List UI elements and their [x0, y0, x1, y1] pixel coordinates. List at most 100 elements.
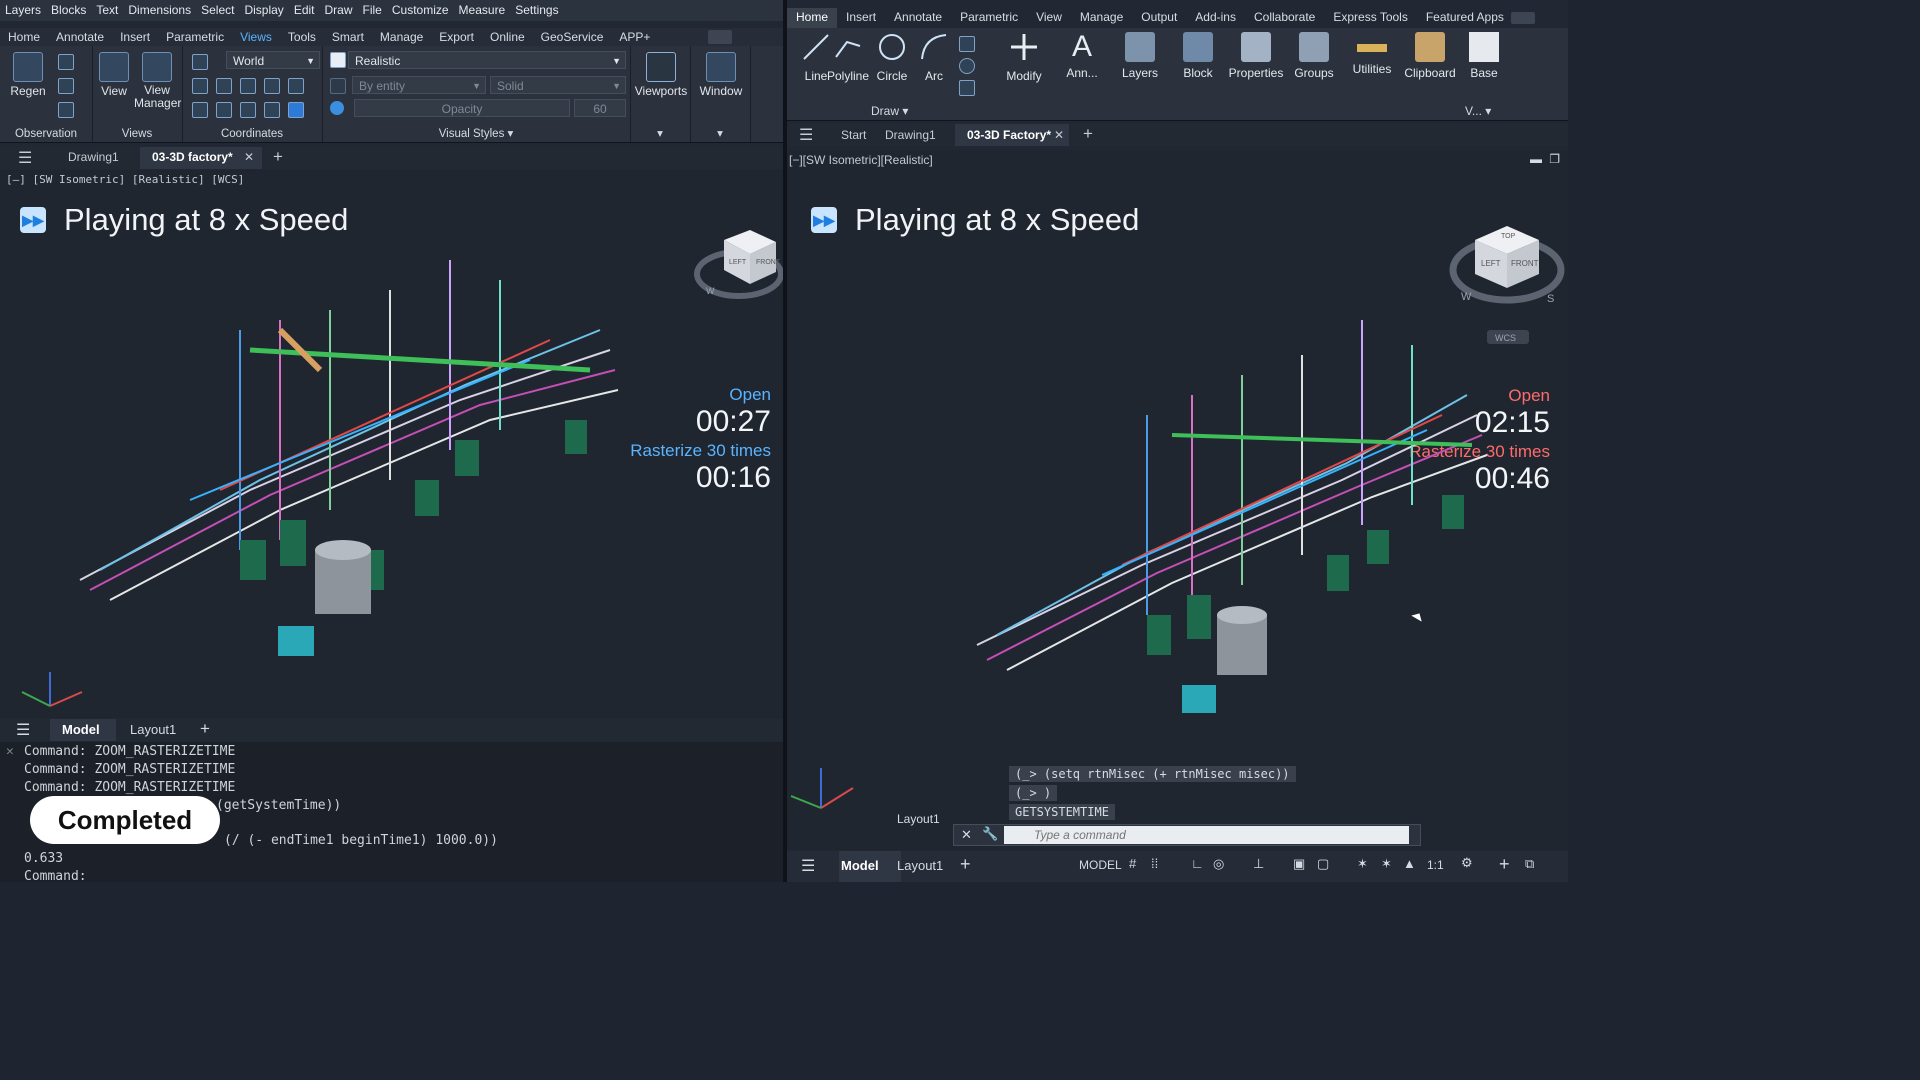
wcs-menu[interactable]: WCS: [1495, 333, 1516, 343]
ucs-icon-toggle[interactable]: [288, 102, 304, 118]
tab-featured-apps[interactable]: Featured Apps: [1417, 8, 1513, 28]
tab-annotate[interactable]: Annotate: [885, 8, 951, 28]
tab-geoservice[interactable]: GeoService: [533, 28, 612, 46]
hatch-icon[interactable]: [959, 80, 975, 96]
tab-home[interactable]: Home: [787, 8, 838, 28]
minimize-icon[interactable]: ▬: [1530, 152, 1542, 166]
block-button[interactable]: Block: [1169, 28, 1227, 80]
menu-dimensions[interactable]: Dimensions: [123, 0, 196, 21]
annotation-button[interactable]: A Ann...: [1053, 28, 1111, 81]
tab-collaborate[interactable]: Collaborate: [1245, 8, 1324, 28]
rectangle-icon[interactable]: [959, 36, 975, 52]
tab-manage[interactable]: Manage: [372, 28, 431, 46]
menu-file[interactable]: File: [358, 0, 387, 21]
file-tab-03-3d-factory[interactable]: 03-3D Factory*: [967, 128, 1051, 142]
groups-button[interactable]: Groups: [1285, 28, 1343, 80]
tab-model[interactable]: Model: [62, 722, 100, 737]
add-icon[interactable]: +: [1499, 854, 1510, 875]
close-icon[interactable]: ✕: [1054, 128, 1064, 142]
tab-app-plus[interactable]: APP+: [611, 28, 658, 46]
grid-icon[interactable]: #: [1129, 856, 1136, 871]
polar-icon[interactable]: ◎: [1213, 856, 1224, 872]
ucs-object-icon[interactable]: [288, 78, 304, 94]
isolate-objects-icon[interactable]: ⧉: [1525, 856, 1534, 872]
tab-model[interactable]: Model: [841, 858, 879, 873]
properties-button[interactable]: Properties: [1227, 28, 1285, 80]
tab-view[interactable]: View: [1027, 8, 1071, 28]
add-tab-icon[interactable]: +: [1083, 124, 1093, 144]
ucs-z-icon[interactable]: [240, 78, 256, 94]
menu-blocks[interactable]: Blocks: [46, 0, 91, 21]
base-button[interactable]: Base: [1455, 28, 1513, 80]
tab-export[interactable]: Export: [431, 28, 482, 46]
menu-customize[interactable]: Customize: [387, 0, 454, 21]
tab-layout1[interactable]: Layout1: [130, 722, 176, 737]
chevron-down-icon[interactable]: ▾: [690, 126, 750, 140]
pan-icon[interactable]: [58, 54, 74, 70]
annotation-scale-icon[interactable]: ▲: [1403, 856, 1416, 871]
scale-dropdown[interactable]: 1:1: [1427, 858, 1444, 872]
linetype-dropdown[interactable]: Solid ▼: [490, 76, 626, 94]
file-tab-drawing1[interactable]: Drawing1: [68, 150, 119, 164]
model-space-button[interactable]: MODEL: [1079, 858, 1122, 872]
add-layout-icon[interactable]: +: [960, 854, 971, 875]
tab-smart[interactable]: Smart: [324, 28, 372, 46]
close-icon[interactable]: ✕: [961, 827, 972, 843]
viewcube[interactable]: LEFT FRONT W: [694, 222, 783, 307]
menu-hamburger-icon[interactable]: ☰: [799, 125, 813, 145]
add-layout-icon[interactable]: +: [200, 719, 210, 739]
draw-group-label[interactable]: Draw ▾: [871, 104, 908, 118]
menu-edit[interactable]: Edit: [289, 0, 320, 21]
tab-express-tools[interactable]: Express Tools: [1324, 8, 1416, 28]
customize-wrench-icon[interactable]: 🔧: [982, 826, 998, 842]
ucs-origin-icon[interactable]: [192, 102, 208, 118]
gear-icon[interactable]: ⚙: [1461, 855, 1473, 871]
tab-tools[interactable]: Tools: [280, 28, 324, 46]
ucs-named-icon[interactable]: [264, 102, 280, 118]
arc-button[interactable]: Arc: [905, 28, 963, 83]
chevron-down-icon[interactable]: ▾: [630, 126, 690, 140]
tab-parametric[interactable]: Parametric: [951, 8, 1027, 28]
tab-insert[interactable]: Insert: [837, 8, 885, 28]
menu-layers[interactable]: Layers: [0, 0, 46, 21]
ucs-dropdown[interactable]: World ▼: [226, 51, 320, 69]
visual-style-dropdown[interactable]: Realistic ▼: [348, 51, 626, 69]
add-tab-icon[interactable]: +: [273, 147, 283, 167]
command-prompt[interactable]: Command:: [24, 869, 87, 882]
menu-draw[interactable]: Draw: [320, 0, 358, 21]
snap-tracking-icon[interactable]: ▢: [1317, 856, 1329, 872]
ucs-y-icon[interactable]: [216, 78, 232, 94]
viewport-controls[interactable]: [−][SW Isometric][Realistic]: [789, 153, 933, 167]
zoom-icon[interactable]: [58, 78, 74, 94]
layout-menu-icon[interactable]: ☰: [801, 856, 815, 876]
menu-hamburger-icon[interactable]: ☰: [18, 148, 32, 168]
layout-menu-icon[interactable]: ☰: [16, 720, 30, 740]
right-viewport[interactable]: [−][SW Isometric][Realistic] ▬ ❐ ▶▶ Play…: [787, 150, 1568, 850]
view-button[interactable]: View: [96, 52, 132, 98]
maximize-icon[interactable]: ❐: [1549, 152, 1560, 166]
menu-select[interactable]: Select: [196, 0, 239, 21]
viewports-button[interactable]: Viewports: [633, 52, 689, 98]
ortho-icon[interactable]: ∟: [1191, 856, 1204, 871]
ucs-x-icon[interactable]: [192, 78, 208, 94]
tab-output[interactable]: Output: [1132, 8, 1186, 28]
view-manager-button[interactable]: View Manager: [134, 52, 181, 110]
opacity-value-field[interactable]: 60: [574, 99, 626, 117]
tab-home[interactable]: Home: [0, 28, 48, 46]
close-icon[interactable]: ✕: [244, 150, 254, 164]
layers-button[interactable]: Layers: [1111, 28, 1169, 80]
close-icon[interactable]: ✕: [6, 744, 14, 759]
auto-scale-icon[interactable]: ✶: [1381, 856, 1392, 872]
menu-measure[interactable]: Measure: [454, 0, 511, 21]
file-tab-03-3d-factory[interactable]: 03-3D factory*: [152, 150, 233, 164]
color-dropdown[interactable]: By entity ▼: [352, 76, 486, 94]
left-viewport[interactable]: [—] [SW Isometric] [Realistic] [WCS] ▶▶ …: [0, 170, 783, 718]
viewport-controls[interactable]: [—] [SW Isometric] [Realistic] [WCS]: [6, 173, 244, 186]
tab-views[interactable]: Views: [232, 28, 280, 46]
menu-text[interactable]: Text: [91, 0, 123, 21]
regen-button[interactable]: Regen: [8, 52, 48, 98]
tab-annotate[interactable]: Annotate: [48, 28, 112, 46]
command-input[interactable]: [1004, 826, 1409, 844]
workspace-toggle-icon[interactable]: [708, 30, 732, 44]
ucs-face-icon[interactable]: [240, 102, 256, 118]
